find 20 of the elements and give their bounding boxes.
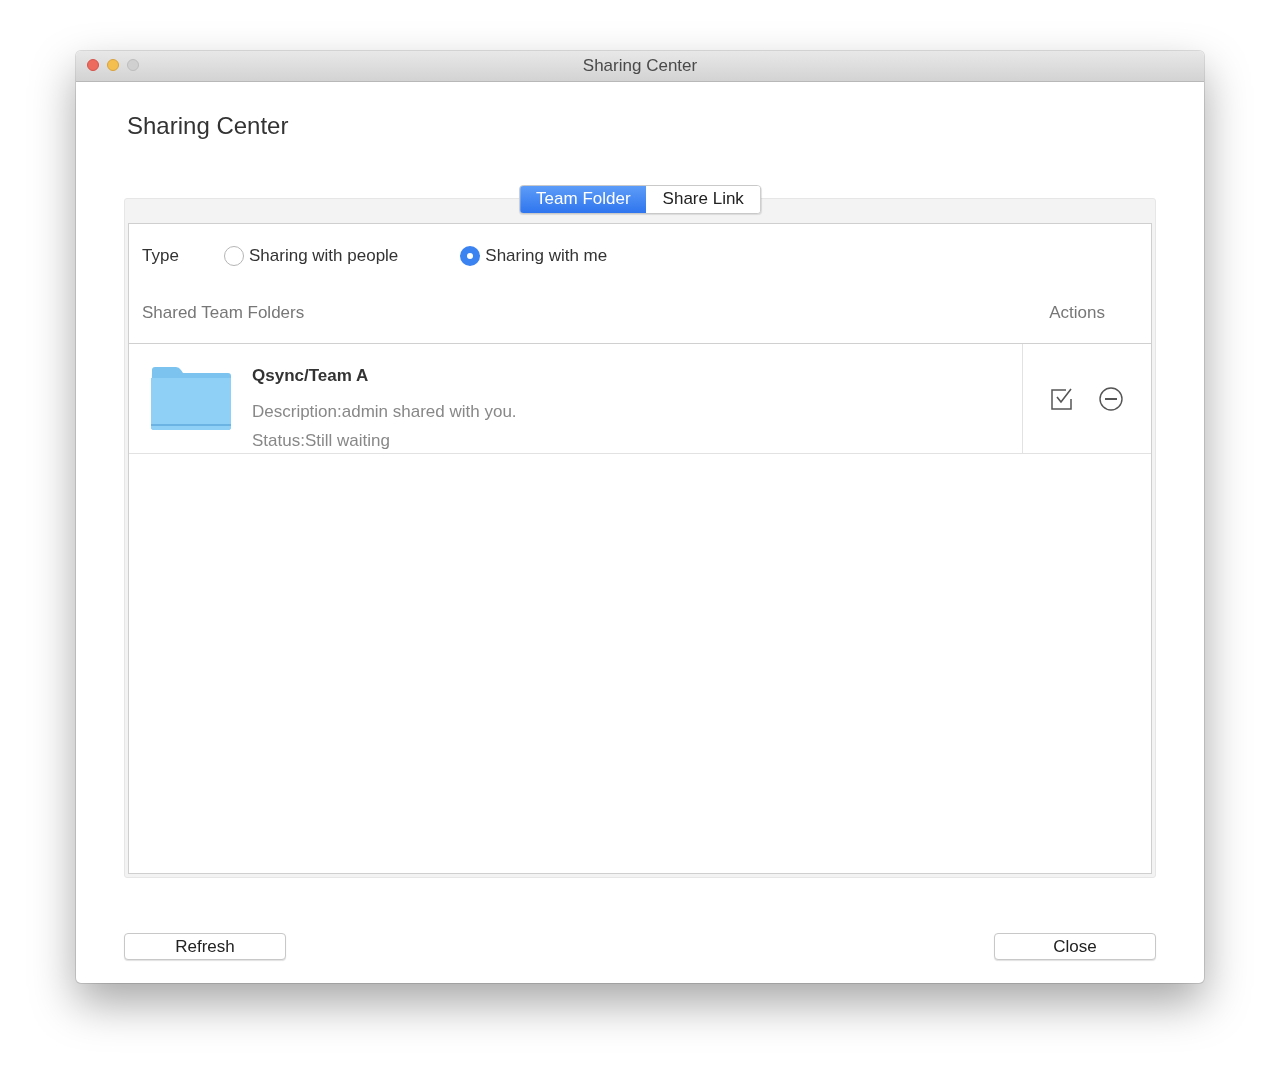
folder-status: Status:Still waiting — [252, 431, 391, 451]
radio-label[interactable]: Sharing with people — [249, 246, 399, 266]
radio-label[interactable]: Sharing with me — [485, 246, 608, 266]
column-header: Actions — [1049, 302, 1105, 323]
type-label: Type — [142, 246, 180, 266]
accept-checkbox-icon[interactable] — [1051, 387, 1073, 410]
footer-button[interactable]: Refresh — [124, 933, 286, 960]
folder-icon — [150, 366, 232, 432]
window-title: Sharing Center — [582, 56, 698, 76]
folder-name: Qsync/Team A — [252, 366, 370, 386]
remove-icon[interactable] — [1099, 386, 1123, 411]
minimize-window-button[interactable] — [107, 59, 119, 71]
column-header: Shared Team Folders — [142, 302, 305, 323]
footer-button[interactable]: Close — [994, 933, 1156, 960]
folder-description: Description:admin shared with you. — [252, 402, 517, 422]
page-heading: Sharing Center — [127, 112, 290, 141]
tab[interactable]: Share Link — [646, 186, 760, 213]
close-window-button[interactable] — [87, 59, 99, 71]
radio-button[interactable] — [460, 246, 481, 266]
radio-button[interactable] — [224, 246, 244, 266]
